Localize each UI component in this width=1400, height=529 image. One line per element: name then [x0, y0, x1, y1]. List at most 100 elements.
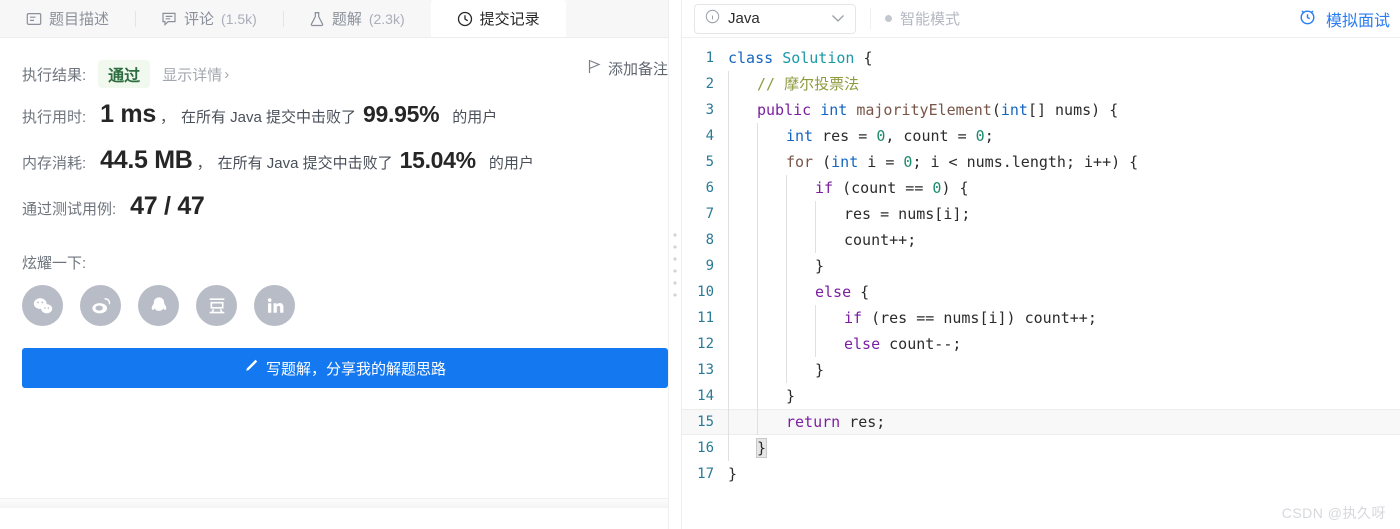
code-token: for	[786, 153, 814, 171]
code-token: class	[728, 49, 783, 67]
code-line-text: // 摩尔投票法	[728, 71, 1400, 97]
tab-1[interactable]: 题目描述	[0, 0, 135, 37]
indent-guide	[786, 305, 815, 331]
indent-guide	[757, 279, 786, 305]
testcases-label: 通过测试用例:	[22, 201, 117, 218]
testcases-value: 47 / 47	[130, 192, 205, 220]
indent-guide	[757, 331, 786, 357]
indent-guide	[728, 123, 757, 149]
code-token: count++;	[844, 231, 917, 249]
code-token: }	[815, 361, 825, 379]
code-token: 0	[876, 127, 886, 145]
indent-guide	[786, 201, 815, 227]
code-line-text: }	[728, 461, 1400, 487]
code-line: 1 class Solution {	[682, 45, 1400, 71]
indent-guide	[815, 331, 844, 357]
memory-comma: ，	[196, 155, 212, 172]
code-token: i =	[858, 153, 904, 171]
tab-count: (2.3k)	[368, 10, 405, 27]
mock-interview-button[interactable]: 模拟面试	[1288, 0, 1400, 38]
code-token: (count ==	[833, 179, 933, 197]
indent-guide	[728, 201, 757, 227]
tab-count: (1.5k)	[221, 10, 257, 27]
line-number: 7	[705, 206, 714, 222]
code-line-text: }	[728, 357, 1400, 383]
smart-mode-toggle[interactable]: 智能模式	[885, 8, 960, 29]
share-label: 炫耀一下:	[22, 255, 87, 272]
add-note-button[interactable]: 添加备注	[588, 58, 668, 79]
memory-value: 44.5 MB	[100, 146, 193, 174]
code-line: 3 public int majorityElement(int[] nums) …	[682, 97, 1400, 123]
code-line: 8 count++;	[682, 227, 1400, 253]
line-number: 1	[705, 50, 714, 66]
code-token: (	[813, 153, 832, 171]
language-select[interactable]: Java	[694, 3, 856, 34]
indent-guide	[786, 227, 815, 253]
memory-prefix: 在所有 Java 提交中击败了	[217, 155, 393, 172]
tab-3[interactable]: 题解 (2.3k)	[282, 0, 431, 37]
runtime-label: 执行用时:	[22, 109, 87, 126]
indent-guide	[728, 331, 757, 357]
code-line: 17}	[682, 461, 1400, 487]
code-line: 7 res = nums[i];	[682, 201, 1400, 227]
bottom-divider	[0, 498, 668, 508]
execution-result-row: 执行结果: 通过 显示详情 › 添加备注	[22, 38, 668, 92]
code-line-text: }	[728, 435, 1400, 461]
code-token: }	[786, 387, 796, 405]
code-line: 4 int res = 0, count = 0;	[682, 123, 1400, 149]
submission-summary: 执行结果: 通过 显示详情 › 添加备注 执行用时: 1 ms ， 在所有 Ja…	[0, 38, 668, 388]
line-number: 9	[705, 258, 714, 274]
weibo-share-icon[interactable]	[80, 285, 121, 326]
line-number: 13	[697, 362, 714, 378]
show-details-link[interactable]: 显示详情 ›	[162, 64, 229, 85]
memory-suffix: 的用户	[488, 155, 534, 172]
indent-guide	[728, 227, 757, 253]
indent-guide	[728, 175, 757, 201]
alarm-clock-icon	[1298, 7, 1317, 31]
memory-label: 内存消耗:	[22, 155, 87, 172]
indent-guide	[757, 149, 786, 175]
wechat-share-icon[interactable]	[22, 285, 63, 326]
code-line-text: int res = 0, count = 0;	[728, 123, 1400, 149]
indent-guide	[728, 149, 757, 175]
submission-detail-page: 题目描述 评论 (1.5k) 题解 (2.3k) 提交记录 执行结果: 通过 显示详情 ›…	[0, 0, 1400, 529]
qq-share-icon[interactable]	[138, 285, 179, 326]
indent-guide	[786, 331, 815, 357]
line-number: 12	[697, 336, 714, 352]
code-line-text: }	[728, 383, 1400, 409]
indent-guide	[757, 175, 786, 201]
indent-guide	[728, 305, 757, 331]
line-number: 11	[697, 310, 714, 326]
code-line: 10 else {	[682, 279, 1400, 305]
tab-label: 提交记录	[479, 11, 540, 28]
status-dot-icon	[885, 15, 892, 22]
runtime-comma: ，	[159, 109, 175, 126]
line-number: 10	[697, 284, 714, 300]
line-number: 16	[697, 440, 714, 456]
line-number: 5	[705, 154, 714, 170]
code-token: ) {	[941, 179, 969, 197]
tab-2[interactable]: 评论 (1.5k)	[135, 0, 283, 37]
code-token: res;	[840, 413, 886, 431]
indent-guide	[728, 97, 757, 123]
add-note-label: 添加备注	[607, 61, 668, 78]
write-solution-button[interactable]: 写题解，分享我的解题思路	[22, 348, 668, 388]
chevron-down-icon	[831, 10, 845, 27]
language-label: Java	[728, 10, 760, 27]
line-number: 17	[697, 466, 714, 482]
douban-share-icon[interactable]	[196, 285, 237, 326]
tab-4[interactable]: 提交记录	[430, 0, 566, 37]
indent-guide	[786, 279, 815, 305]
panel-splitter[interactable]	[668, 0, 682, 529]
status-badge: 通过	[98, 60, 151, 88]
code-token: else	[844, 335, 881, 353]
memory-percentile: 15.04%	[399, 147, 477, 173]
indent-guide	[815, 227, 844, 253]
code-content[interactable]: 1 class Solution {2// 摩尔投票法 3 public int ma…	[682, 38, 1400, 529]
indent-guide	[728, 435, 757, 461]
linkedin-share-icon[interactable]	[254, 285, 295, 326]
code-line: 6 if (count == 0) {	[682, 175, 1400, 201]
indent-guide	[815, 305, 844, 331]
code-token: res =	[813, 127, 877, 145]
indent-guide	[728, 279, 757, 305]
